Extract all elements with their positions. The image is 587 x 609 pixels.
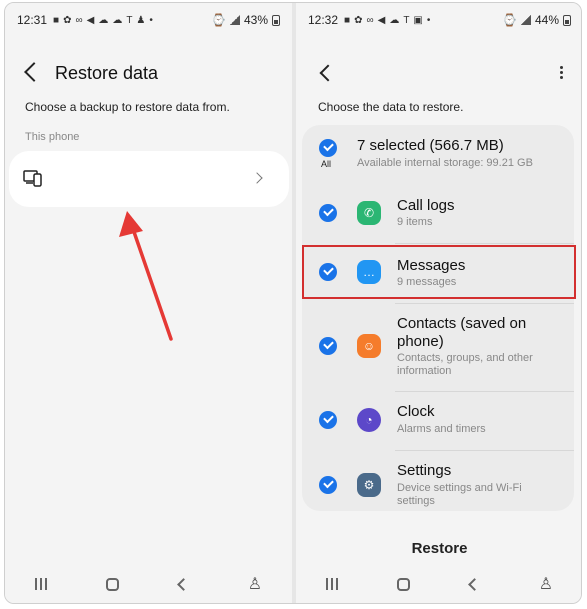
list-item-call-logs[interactable]: ✆ Call logs 9 items xyxy=(302,185,574,241)
divider xyxy=(395,450,574,451)
settings-checkbox[interactable] xyxy=(319,476,337,494)
image-icon: ▣ xyxy=(413,14,423,26)
contacts-checkbox[interactable] xyxy=(319,337,337,355)
chevron-right-icon xyxy=(251,172,263,184)
battery-level: 43% xyxy=(243,13,268,27)
divider xyxy=(395,303,574,304)
item-title: Call logs xyxy=(397,197,455,214)
storage-info: Available internal storage: 99.21 GB xyxy=(357,157,533,169)
clock-checkbox[interactable] xyxy=(319,411,337,429)
list-item-clock[interactable]: ◔ Clock Alarms and timers xyxy=(302,393,574,449)
page-subtitle: Choose a backup to restore data from. xyxy=(25,100,230,114)
status-time: 12:31 xyxy=(17,13,48,27)
recents-icon[interactable] xyxy=(325,578,338,590)
devices-icon xyxy=(23,170,42,187)
messages-highlight-box xyxy=(302,245,576,299)
page-title: Restore data xyxy=(55,63,159,83)
cloud-icon: ☁ xyxy=(112,14,123,26)
settings-icon: ✿ xyxy=(63,14,72,26)
signal-icon xyxy=(229,15,240,25)
recents-icon[interactable] xyxy=(34,578,47,590)
send-icon: ◀ xyxy=(377,14,386,26)
annotation-arrow xyxy=(119,211,173,341)
nav-back-icon[interactable] xyxy=(177,577,191,591)
dot-icon: • xyxy=(426,14,431,26)
cloud-icon: ☁ xyxy=(389,14,400,26)
choose-data-screen: 12:32 ■ ✿ ∞ ◀ ☁ T ▣ • ⌚ 44% Choose the d… xyxy=(296,3,581,603)
back-arrow-icon[interactable] xyxy=(24,62,44,82)
phone-icon: ✆ xyxy=(357,201,381,225)
contact-icon: ☺ xyxy=(357,334,381,358)
item-subtitle: Alarms and timers xyxy=(397,423,486,435)
more-options-icon[interactable] xyxy=(560,66,563,79)
divider xyxy=(395,391,574,392)
accessibility-icon[interactable]: ♙ xyxy=(248,574,262,594)
notification-icon: ■ xyxy=(344,14,351,26)
page-subtitle: Choose the data to restore. xyxy=(318,100,464,114)
signal-icon xyxy=(520,15,531,25)
battery-icon xyxy=(563,14,571,26)
select-all-row[interactable]: All 7 selected (566.7 MB) Available inte… xyxy=(302,125,574,181)
item-title: Clock xyxy=(397,403,435,420)
send-icon: ◀ xyxy=(86,14,95,26)
item-title: Contacts (saved on phone) xyxy=(397,315,527,350)
status-right: ⌚ 44% xyxy=(502,13,571,27)
alarm-icon: ⌚ xyxy=(211,13,226,27)
nav-back-icon[interactable] xyxy=(468,577,482,591)
data-selection-list: All 7 selected (566.7 MB) Available inte… xyxy=(302,125,574,511)
carrier-icon: T xyxy=(126,14,133,26)
item-subtitle: Device settings and Wi-Fi settings xyxy=(397,482,522,507)
divider xyxy=(395,243,574,244)
back-arrow-icon[interactable] xyxy=(319,64,337,82)
select-all-checkbox[interactable] xyxy=(319,139,337,157)
bell-icon: ♟ xyxy=(136,14,146,26)
dot-icon: • xyxy=(149,14,153,26)
home-icon[interactable] xyxy=(106,577,120,591)
battery-icon xyxy=(272,14,280,26)
this-phone-backup-item[interactable] xyxy=(9,151,289,207)
all-label: All xyxy=(321,159,332,169)
list-item-contacts[interactable]: ☺ Contacts (saved on phone) Contacts, gr… xyxy=(302,305,574,391)
status-right: ⌚ 43% xyxy=(211,13,280,27)
battery-level: 44% xyxy=(534,13,559,27)
notification-icon: ■ xyxy=(53,14,60,26)
clock-icon: ◔ xyxy=(357,408,381,432)
gear-icon: ⚙ xyxy=(357,473,381,497)
list-item-settings[interactable]: ⚙ Settings Device settings and Wi-Fi set… xyxy=(302,452,574,510)
item-subtitle: Contacts, groups, and other information xyxy=(397,352,533,377)
status-time: 12:32 xyxy=(308,13,339,27)
accessibility-icon[interactable]: ♙ xyxy=(539,574,553,594)
status-icons: ■ ✿ ∞ ◀ ☁ ☁ T ♟ • xyxy=(53,15,153,26)
alarm-icon: ⌚ xyxy=(502,13,517,27)
section-label: This phone xyxy=(25,131,80,143)
status-icons: ■ ✿ ∞ ◀ ☁ T ▣ • xyxy=(344,15,430,26)
navigation-bar: ♙ xyxy=(296,573,581,595)
status-bar: 12:31 ■ ✿ ∞ ◀ ☁ ☁ T ♟ • ⌚ 43% xyxy=(17,11,280,29)
voicemail-icon: ∞ xyxy=(75,14,83,26)
home-icon[interactable] xyxy=(397,577,411,591)
carrier-icon: T xyxy=(403,14,410,26)
call-logs-checkbox[interactable] xyxy=(319,204,337,222)
navigation-bar: ♙ xyxy=(5,573,292,595)
restore-data-screen: 12:31 ■ ✿ ∞ ◀ ☁ ☁ T ♟ • ⌚ 43% Restore da… xyxy=(5,3,292,603)
status-bar: 12:32 ■ ✿ ∞ ◀ ☁ T ▣ • ⌚ 44% xyxy=(308,11,571,29)
screenshot-frame: 12:31 ■ ✿ ∞ ◀ ☁ ☁ T ♟ • ⌚ 43% Restore da… xyxy=(4,2,582,604)
restore-button[interactable]: Restore xyxy=(296,540,581,557)
voicemail-icon: ∞ xyxy=(366,14,374,26)
cloud-icon: ☁ xyxy=(98,14,109,26)
settings-icon: ✿ xyxy=(354,14,363,26)
item-title: Settings xyxy=(397,462,452,479)
item-subtitle: 9 items xyxy=(397,216,433,228)
selected-summary: 7 selected (566.7 MB) xyxy=(357,137,504,154)
